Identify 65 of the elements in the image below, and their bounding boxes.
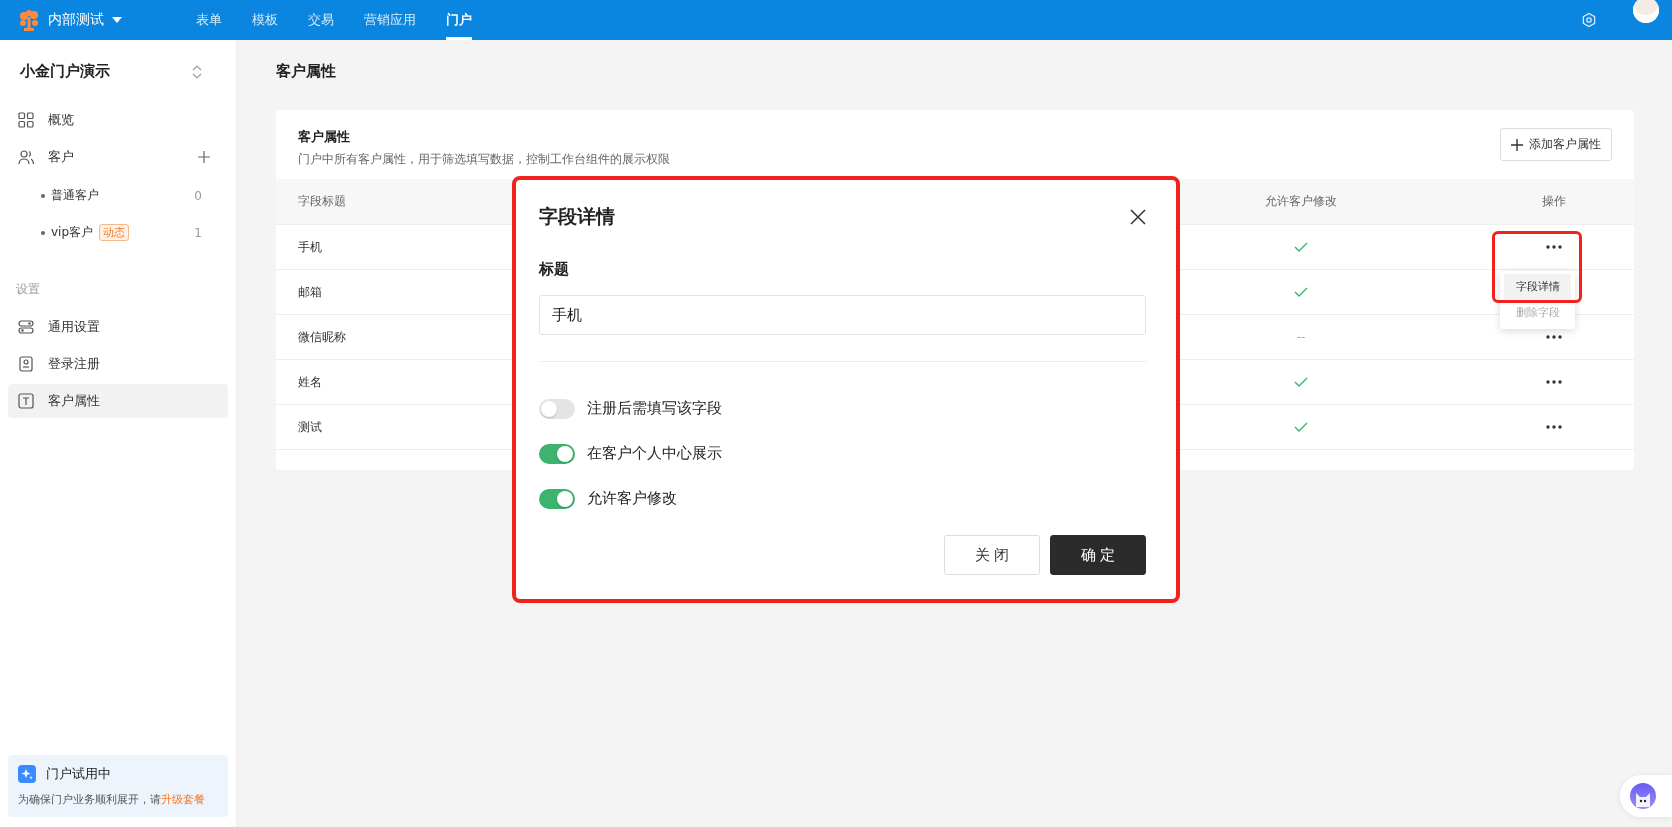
sparkle-icon (18, 765, 36, 783)
table-cell-text: 测试 (297, 418, 323, 436)
table-cell-text: 微信昵称 (297, 328, 347, 346)
close-icon[interactable] (1130, 209, 1146, 225)
switch-icon (192, 64, 202, 79)
cat-icon (1630, 783, 1656, 809)
trial-notice: 为确保门户业务顺利展开，请升级套餐 (18, 793, 206, 807)
table-cell-text: 手机 (297, 238, 323, 256)
item-label: vip客户 (51, 224, 94, 241)
column-header: 允许客户修改 (1264, 193, 1338, 210)
id-card-icon (18, 356, 34, 372)
sidebar-item[interactable]: 概览 (8, 103, 228, 137)
grid-icon (18, 112, 34, 128)
tag: 动态 (99, 224, 130, 241)
chat-button[interactable] (1620, 775, 1672, 817)
item-count: 0 (194, 188, 202, 203)
more-icon[interactable] (1546, 335, 1562, 339)
item-label: 普通客户 (51, 187, 99, 204)
sidebar-subitem[interactable]: 普通客户 0 (8, 177, 228, 214)
column-header: 操作 (1541, 193, 1567, 210)
item-count: 1 (194, 225, 202, 240)
section-heading: 设置 (15, 281, 41, 298)
sidebar-subitem[interactable]: vip客户 动态 1 (8, 214, 228, 251)
workspace-name[interactable]: 内部测试 (48, 11, 104, 29)
more-icon[interactable] (1546, 425, 1562, 429)
add-button[interactable]: 添加客户属性 (1500, 128, 1612, 161)
toggles-icon (18, 319, 34, 335)
more-icon[interactable] (1546, 245, 1562, 249)
text-icon (18, 393, 34, 409)
card-title: 客户属性 (298, 128, 351, 146)
settings-icon (1581, 12, 1597, 28)
caret-icon (112, 17, 122, 23)
table-cell-text: 邮箱 (297, 283, 323, 301)
avatar[interactable] (1633, 0, 1659, 23)
tree-logo (18, 9, 40, 31)
field-label: 标题 (539, 260, 570, 279)
plus-icon (198, 151, 210, 163)
toggle-label: 注册后需填写该字段 (587, 399, 722, 418)
toggle-switch[interactable] (539, 488, 575, 509)
sidebar-item[interactable]: 客户属性 (8, 384, 228, 418)
trial-title: 门户试用中 (46, 765, 111, 783)
people-icon (18, 149, 34, 165)
card-description: 门户中所有客户属性，用于筛选填写数据，控制工作台组件的展示权限 (298, 152, 670, 167)
toggle-switch[interactable] (539, 443, 575, 464)
dialog-title: 字段详情 (539, 204, 615, 229)
title-field[interactable]: 手机 (539, 295, 1146, 335)
sidebar-item[interactable]: 通用设置 (8, 310, 228, 344)
more-icon[interactable] (1546, 380, 1562, 384)
nav-tab[interactable]: 门户 (446, 0, 472, 40)
confirm-button[interactable]: 确 定 (1050, 535, 1146, 575)
column-header: 字段标题 (297, 193, 347, 210)
plus-icon (1511, 138, 1523, 151)
portal-name: 小金门户演示 (20, 62, 110, 81)
sidebar-item[interactable]: 客户 (8, 140, 228, 174)
table-cell-text: 姓名 (297, 373, 323, 391)
page-title: 客户属性 (276, 62, 337, 82)
toggle-label: 在客户个人中心展示 (587, 444, 722, 463)
menu-item[interactable]: 字段详情 (1504, 274, 1571, 300)
toggle-label: 允许客户修改 (587, 489, 677, 508)
bullet-icon (41, 230, 45, 235)
bullet-icon (41, 193, 45, 198)
table-cell: -- (1296, 330, 1306, 344)
close-button[interactable]: 关 闭 (944, 535, 1040, 575)
toggle-switch[interactable] (539, 398, 575, 419)
sidebar-item[interactable]: 登录注册 (8, 347, 228, 381)
